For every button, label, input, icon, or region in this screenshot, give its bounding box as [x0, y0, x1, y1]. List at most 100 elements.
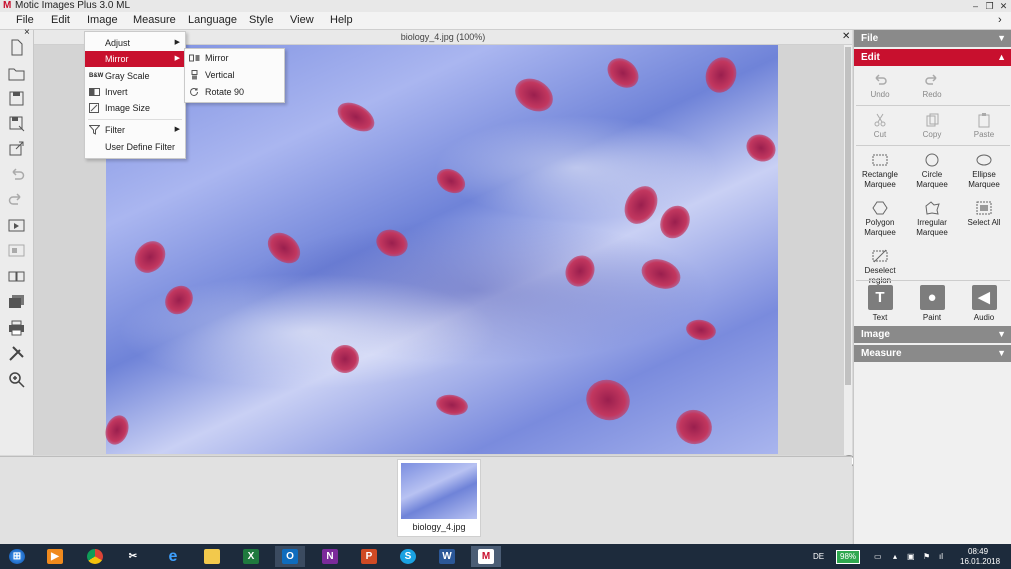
menu-style[interactable]: Style	[249, 13, 273, 28]
select-all-tool[interactable]: Select All	[958, 200, 1010, 228]
minimize-button[interactable]: –	[970, 1, 981, 11]
undo-tool[interactable]: Undo	[854, 72, 906, 100]
menu-item-mirror[interactable]: Mirror ▶	[85, 51, 185, 67]
menu-measure[interactable]: Measure	[133, 13, 176, 28]
audio-tool[interactable]: ◀ Audio	[958, 285, 1010, 323]
cell-nucleus	[618, 180, 664, 230]
menubar-chevron-icon[interactable]: ›	[998, 13, 1002, 28]
network-icon[interactable]: ▣	[907, 544, 915, 569]
paint-tool-label: Paint	[922, 313, 942, 322]
panel-section-edit-label: Edit	[861, 52, 880, 63]
panel-section-edit[interactable]: Edit ▲	[854, 49, 1011, 66]
text-tool[interactable]: T Text	[854, 285, 906, 323]
menu-bar: File Edit Image Measure Language Style V…	[0, 12, 1011, 30]
taskbar-app-powerpoint[interactable]: P	[354, 546, 384, 567]
menu-file[interactable]: File	[16, 13, 34, 28]
copy-tool[interactable]: Copy	[906, 112, 958, 140]
close-document-button[interactable]: ✕	[842, 31, 852, 43]
microscopy-image[interactable]	[101, 45, 781, 454]
circle-marquee-tool[interactable]: Circle Marquee	[906, 152, 958, 190]
taskbar-app-media-player[interactable]: ▶	[40, 546, 70, 567]
submenu-item-rotate-90[interactable]: Rotate 90	[185, 84, 284, 100]
taskbar-app-excel[interactable]: X	[236, 546, 266, 567]
flag-icon[interactable]: ⚑	[923, 544, 930, 569]
menu-item-gray-scale[interactable]: B&W Gray Scale	[85, 68, 185, 84]
skype-icon: S	[400, 549, 416, 564]
new-file-icon[interactable]	[8, 39, 25, 56]
cell-nucleus	[654, 200, 696, 244]
clock-time[interactable]: 08:49	[968, 547, 988, 557]
save-as-icon[interactable]	[8, 115, 25, 132]
gallery-icon[interactable]	[8, 293, 25, 310]
irregular-marquee-label: Irregular Marquee	[916, 218, 948, 237]
menu-view[interactable]: View	[290, 13, 314, 28]
undo-icon[interactable]	[8, 166, 25, 183]
menu-item-adjust[interactable]: Adjust ▶	[85, 35, 185, 51]
submenu-item-label: Mirror	[205, 53, 229, 63]
polygon-marquee-tool[interactable]: Polygon Marquee	[854, 200, 906, 238]
excel-icon: X	[243, 549, 259, 564]
taskbar-app-onenote[interactable]: N	[315, 546, 345, 567]
panel-section-image[interactable]: Image ▼	[854, 326, 1011, 343]
open-folder-icon[interactable]	[8, 65, 25, 82]
windows-start-button[interactable]: ⊞	[2, 546, 32, 567]
menu-edit[interactable]: Edit	[51, 13, 70, 28]
battery-icon[interactable]: ▭	[874, 544, 882, 569]
menu-language[interactable]: Language	[188, 13, 237, 28]
print-icon[interactable]	[8, 319, 25, 336]
redo-icon[interactable]	[8, 191, 25, 208]
paste-tool[interactable]: Paste	[958, 112, 1010, 140]
irregular-marquee-tool[interactable]: Irregular Marquee	[906, 200, 958, 238]
invert-icon	[89, 88, 100, 96]
zoom-icon[interactable]	[8, 371, 25, 388]
right-panel: File ▼ Edit ▲ Undo Redo Cut Copy Paste Rec…	[853, 30, 1011, 544]
taskbar-app-skype[interactable]: S	[393, 546, 423, 567]
cell-nucleus	[434, 392, 470, 418]
language-indicator[interactable]: DE	[813, 544, 824, 569]
taskbar-app-motic[interactable]: M	[471, 546, 501, 567]
left-toolbar: ×	[0, 27, 34, 455]
dual-view-icon[interactable]	[8, 268, 25, 285]
ellipse-marquee-tool[interactable]: Ellipse Marquee	[958, 152, 1010, 190]
export-icon[interactable]	[8, 140, 25, 157]
menu-item-user-define-filter[interactable]: User Define Filter	[85, 139, 185, 155]
image-scrollbar-thumb[interactable]	[845, 47, 851, 385]
close-window-button[interactable]: ✕	[998, 1, 1009, 11]
battery-indicator[interactable]: 98%	[836, 550, 861, 564]
compare-icon[interactable]	[8, 242, 25, 259]
scissors-icon	[874, 113, 886, 127]
panel-section-measure[interactable]: Measure ▼	[854, 345, 1011, 362]
taskbar-app-word[interactable]: W	[432, 546, 462, 567]
copy-icon	[926, 113, 939, 127]
clock-date[interactable]: 16.01.2018	[960, 557, 1000, 567]
panel-section-file[interactable]: File ▼	[854, 30, 1011, 47]
slideshow-icon[interactable]	[8, 217, 25, 234]
submenu-item-mirror[interactable]: Mirror	[185, 50, 284, 66]
restore-button[interactable]: ❐	[984, 1, 995, 11]
tools-icon[interactable]	[8, 345, 25, 362]
menu-item-image-size[interactable]: Image Size	[85, 100, 185, 116]
menu-help[interactable]: Help	[330, 13, 353, 28]
outlook-icon: O	[282, 549, 298, 564]
submenu-item-vertical[interactable]: Vertical	[185, 67, 284, 83]
cut-tool[interactable]: Cut	[854, 112, 906, 140]
redo-tool[interactable]: Redo	[906, 72, 958, 100]
taskbar-app-internet-explorer[interactable]: e	[158, 546, 188, 567]
taskbar-app-outlook[interactable]: O	[275, 546, 305, 567]
paint-tool[interactable]: ● Paint	[906, 285, 958, 323]
save-icon[interactable]	[8, 90, 25, 107]
toolbar-close-icon[interactable]: ×	[24, 27, 30, 38]
taskbar-app-chrome[interactable]	[80, 546, 110, 567]
signal-icon[interactable]: ıl	[939, 544, 943, 569]
taskbar-app-file-explorer[interactable]	[197, 546, 227, 567]
thumbnail-card[interactable]: biology_4.jpg	[397, 459, 481, 537]
menu-item-filter[interactable]: Filter ▶	[85, 122, 185, 138]
polygon-marquee-label: Polygon Marquee	[864, 218, 896, 237]
redo-icon	[925, 74, 937, 85]
menu-item-invert[interactable]: Invert	[85, 84, 185, 100]
rectangle-marquee-tool[interactable]: Rectangle Marquee	[854, 152, 906, 190]
taskbar-app-snipping[interactable]: ✂	[118, 546, 148, 567]
mirror-vertical-icon	[191, 70, 198, 80]
tray-overflow-icon[interactable]: ▴	[893, 544, 897, 569]
menu-image[interactable]: Image	[87, 13, 118, 28]
